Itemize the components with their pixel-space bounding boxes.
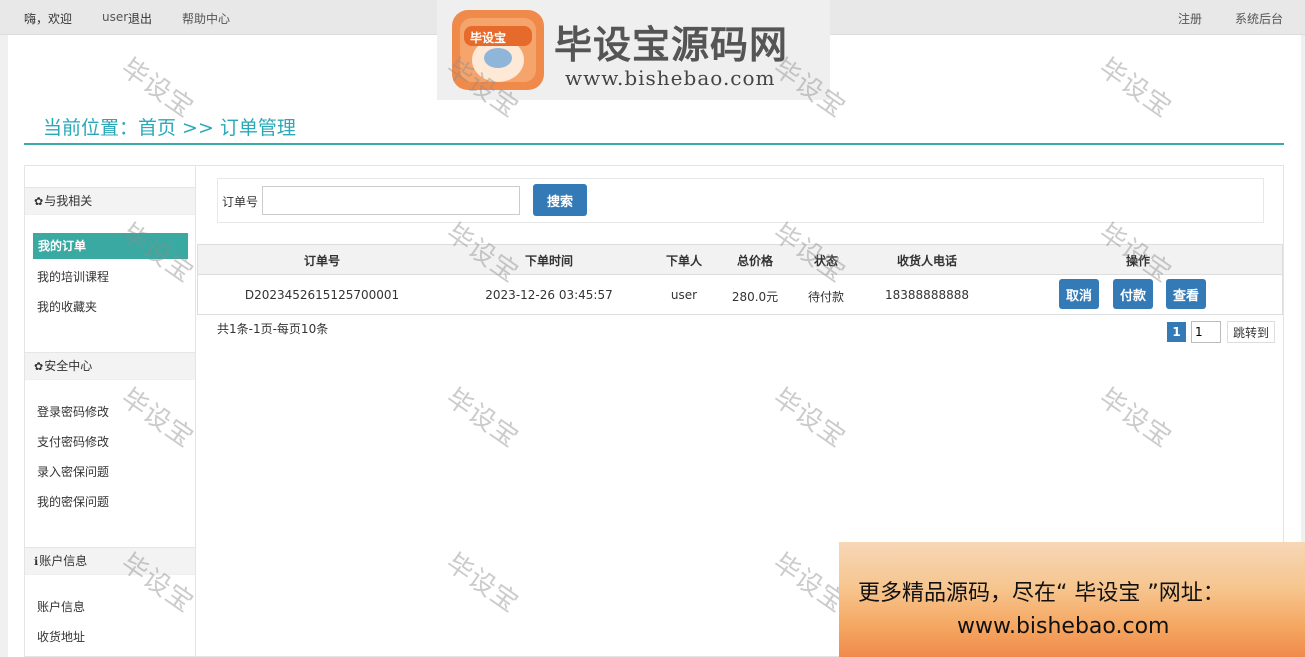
column-header: 操作 bbox=[1125, 254, 1151, 268]
info-icon: ℹ bbox=[34, 555, 39, 568]
logout-link[interactable]: 退出 bbox=[128, 10, 152, 27]
logo-title: 毕设宝源码网 bbox=[554, 23, 789, 67]
sidebar: ✿与我相关 我的订单 我的培训课程 我的收藏夹 ✿安全中心 登录密码修改 支付密… bbox=[24, 165, 196, 657]
column-header: 下单人 bbox=[665, 254, 703, 268]
help-center-link[interactable]: 帮助中心 bbox=[182, 10, 230, 27]
column-header: 下单时间 bbox=[524, 254, 574, 268]
sidebar-item-favorites[interactable]: 我的收藏夹 bbox=[37, 298, 97, 315]
sidebar-section-security: ✿安全中心 bbox=[25, 352, 195, 380]
order-user-cell: user bbox=[670, 288, 698, 302]
sidebar-section-about-me: ✿与我相关 bbox=[25, 187, 195, 215]
search-button[interactable]: 搜索 bbox=[533, 184, 587, 216]
admin-link[interactable]: 系统后台 bbox=[1235, 10, 1283, 27]
sidebar-section-title: 与我相关 bbox=[44, 194, 93, 208]
order-status-cell: 待付款 bbox=[807, 290, 845, 304]
sidebar-section-title: 账户信息 bbox=[39, 554, 88, 568]
column-header: 订单号 bbox=[303, 254, 341, 268]
sidebar-item-my-orders[interactable]: 我的订单 bbox=[33, 233, 188, 259]
gear-icon: ✿ bbox=[34, 195, 44, 208]
sidebar-section-account: ℹ账户信息 bbox=[25, 547, 195, 575]
column-header: 收货人电话 bbox=[896, 254, 958, 268]
page-jump-input[interactable] bbox=[1191, 321, 1221, 343]
order-time-cell: 2023-12-26 03:45:57 bbox=[485, 288, 613, 302]
gear-icon: ✿ bbox=[34, 360, 44, 373]
receiver-phone-cell: 18388888888 bbox=[885, 288, 969, 302]
sidebar-item-login-password[interactable]: 登录密码修改 bbox=[37, 403, 109, 420]
pagination-summary: 共1条-1页-每页10条 bbox=[217, 322, 329, 336]
column-header: 状态 bbox=[813, 254, 839, 268]
sidebar-section-title: 安全中心 bbox=[44, 359, 93, 373]
sidebar-item-account-info[interactable]: 账户信息 bbox=[37, 598, 85, 615]
greeting-text: 嗨，欢迎 bbox=[24, 12, 73, 26]
pay-button[interactable]: 付款 bbox=[1113, 279, 1153, 309]
order-no-cell: D2023452615125700001 bbox=[244, 288, 400, 302]
register-link[interactable]: 注册 bbox=[1178, 10, 1202, 27]
username-link[interactable]: user bbox=[102, 10, 128, 24]
page-number-current[interactable]: 1 bbox=[1167, 322, 1186, 342]
logo-badge-text: 毕设宝 bbox=[470, 31, 507, 45]
sidebar-item-set-security-question[interactable]: 录入密保问题 bbox=[37, 463, 109, 480]
sidebar-item-shipping-address[interactable]: 收货地址 bbox=[37, 628, 85, 645]
site-logo[interactable]: 毕设宝 毕设宝源码网 www.bishebao.com bbox=[437, 0, 830, 100]
sidebar-item-my-security-question[interactable]: 我的密保问题 bbox=[37, 493, 109, 510]
sidebar-item-my-courses[interactable]: 我的培训课程 bbox=[37, 268, 109, 285]
order-no-input[interactable] bbox=[262, 186, 520, 215]
breadcrumb-divider bbox=[24, 143, 1284, 145]
view-button[interactable]: 查看 bbox=[1166, 279, 1206, 309]
breadcrumb: 当前位置：首页 >> 订单管理 bbox=[43, 117, 296, 139]
promo-banner: 更多精品源码，尽在“ 毕设宝 ”网址： www.bishebao.com bbox=[839, 542, 1305, 657]
order-no-label: 订单号 bbox=[222, 195, 259, 209]
promo-url: www.bishebao.com bbox=[957, 614, 1170, 639]
logo-url: www.bishebao.com bbox=[565, 66, 776, 90]
promo-text: 更多精品源码，尽在“ 毕设宝 ”网址： bbox=[858, 581, 1225, 606]
sidebar-item-pay-password[interactable]: 支付密码修改 bbox=[37, 433, 109, 450]
page-jump-button[interactable]: 跳转到 bbox=[1227, 321, 1275, 343]
cancel-button[interactable]: 取消 bbox=[1059, 279, 1099, 309]
order-price-cell: 280.0元 bbox=[731, 290, 779, 304]
logo-badge-icon bbox=[452, 10, 544, 90]
column-header: 总价格 bbox=[736, 254, 774, 268]
